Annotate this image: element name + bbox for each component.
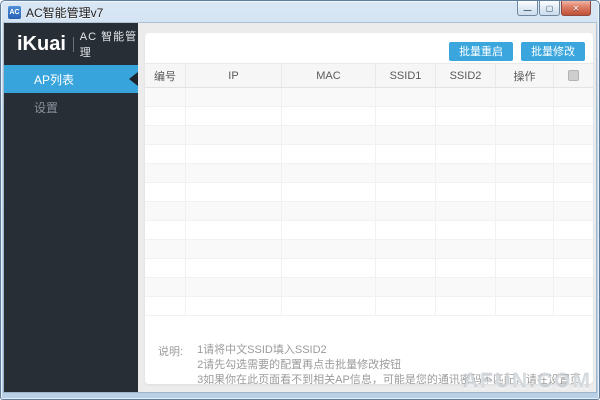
titlebar[interactable]: AC AC智能管理v7 — ▢ ✕ <box>1 1 599 23</box>
note-line: 3如果你在此页面看不到相关AP信息，可能是您的通讯密码不匹配，请在设置页面修改。 <box>197 374 581 384</box>
logo-product: AC 智能管理 <box>79 31 138 59</box>
sidebar-item-settings[interactable]: 设置 <box>4 93 138 121</box>
minimize-icon: — <box>523 5 532 15</box>
table-row <box>145 240 593 259</box>
notes-lines: 1请将中文SSID填入SSID2 2请先勾选需要的配置再点击批量修改按钮 3如果… <box>197 343 583 384</box>
table-row <box>145 145 593 164</box>
sidebar-nav: AP列表 设置 <box>4 65 138 121</box>
notes-section: 说明: 1请将中文SSID填入SSID2 2请先勾选需要的配置再点击批量修改按钮… <box>145 316 593 384</box>
table-row <box>145 183 593 202</box>
main-content: 批量重启 批量修改 编号 IP MAC SSID1 SSID2 操作 说明: 1… <box>138 23 596 393</box>
sidebar-item-ap-list[interactable]: AP列表 <box>4 65 138 93</box>
table-row <box>145 126 593 145</box>
table-header: 编号 IP MAC SSID1 SSID2 操作 <box>145 63 593 88</box>
sidebar-item-label: AP列表 <box>34 72 75 87</box>
batch-restart-button[interactable]: 批量重启 <box>449 41 513 61</box>
window-controls: — ▢ ✕ <box>516 1 591 16</box>
select-all-checkbox[interactable] <box>568 70 579 81</box>
maximize-icon: ▢ <box>545 3 554 13</box>
sidebar: iKuai AC 智能管理 AP列表 设置 <box>4 23 138 392</box>
column-header-ip: IP <box>186 64 282 87</box>
maximize-button[interactable]: ▢ <box>539 1 560 16</box>
ap-list-panel: 批量重启 批量修改 编号 IP MAC SSID1 SSID2 操作 说明: 1… <box>145 33 593 384</box>
table-row <box>145 202 593 221</box>
close-icon: ✕ <box>572 3 580 13</box>
logo: iKuai AC 智能管理 <box>4 23 138 65</box>
column-header-number: 编号 <box>145 64 186 87</box>
table-row <box>145 297 593 316</box>
notes-label: 说明: <box>158 346 184 358</box>
batch-modify-button[interactable]: 批量修改 <box>521 41 585 61</box>
logo-brand: iKuai <box>17 32 66 55</box>
note-line: 1请将中文SSID填入SSID2 <box>197 344 327 356</box>
table-body <box>145 88 593 316</box>
sidebar-item-label: 设置 <box>34 100 59 115</box>
table-row <box>145 278 593 297</box>
table-row <box>145 164 593 183</box>
selected-item-arrow-icon <box>129 72 138 86</box>
column-header-ssid2: SSID2 <box>436 64 496 87</box>
client-area: iKuai AC 智能管理 AP列表 设置 批量重启 批量修改 编号 IP MA… <box>4 23 596 393</box>
column-header-operation: 操作 <box>496 64 554 87</box>
table-row <box>145 221 593 240</box>
minimize-button[interactable]: — <box>517 1 538 16</box>
app-icon: AC <box>8 5 21 19</box>
table-row <box>145 107 593 126</box>
close-button[interactable]: ✕ <box>561 1 591 16</box>
app-window: AC AC智能管理v7 — ▢ ✕ iKuai AC 智能管理 AP列表 设置 <box>0 0 600 400</box>
note-line: 2请先勾选需要的配置再点击批量修改按钮 <box>197 359 402 371</box>
column-header-select <box>554 64 593 87</box>
toolbar: 批量重启 批量修改 <box>145 33 593 63</box>
logo-separator <box>72 36 74 52</box>
table-row <box>145 259 593 278</box>
column-header-mac: MAC <box>282 64 376 87</box>
table-row <box>145 88 593 107</box>
window-title: AC智能管理v7 <box>26 5 104 20</box>
column-header-ssid1: SSID1 <box>376 64 436 87</box>
